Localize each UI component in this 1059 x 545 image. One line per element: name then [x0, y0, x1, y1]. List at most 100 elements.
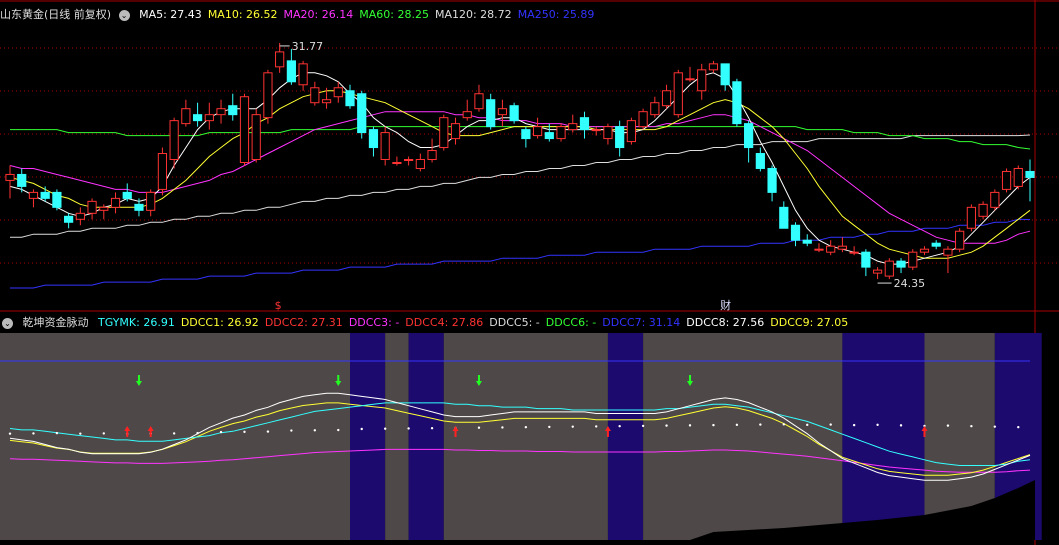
candle-body: [122, 191, 132, 199]
candle-body: [1025, 170, 1035, 178]
ddcc8-dot: [970, 424, 973, 428]
candle-body: [544, 132, 554, 140]
candle-body: [286, 60, 296, 83]
ddcc8-dot: [8, 432, 12, 435]
ddcc8-dot: [899, 424, 903, 427]
chart-stage: 山东黄金(日线 前复权) ⌄ MA5: 27.43 MA10: 26.52 MA20…: [0, 0, 1059, 545]
ddcc8-dot: [571, 425, 574, 428]
candle-body: [345, 90, 355, 107]
candle-body: [978, 203, 988, 217]
ddcc8-dot: [337, 428, 340, 432]
candle-body: [439, 117, 449, 149]
candle-body: [181, 108, 191, 125]
candle-body: [263, 72, 273, 119]
candle-body: [708, 63, 719, 71]
candle-body: [697, 69, 707, 92]
ddcc8-dot: [219, 430, 223, 434]
candle-body: [767, 167, 777, 193]
ddcc8-dot: [501, 426, 504, 429]
candle-body: [896, 260, 906, 268]
candle-body: [380, 132, 390, 161]
candle-body: [392, 161, 402, 164]
candle-body: [720, 63, 730, 86]
candle-body: [204, 114, 214, 122]
candle-body: [943, 248, 953, 256]
candle-body: [368, 129, 379, 149]
candle-body: [615, 126, 625, 149]
ddcc8-dot: [759, 423, 762, 426]
sub-band: [643, 333, 843, 540]
candle-body: [1013, 167, 1023, 187]
sub-band: [350, 333, 386, 540]
candle-body: [64, 215, 74, 223]
ddcc8-dot: [782, 423, 785, 426]
candle-body: [955, 230, 965, 250]
candle-body: [157, 153, 168, 190]
candle-body: [744, 123, 754, 149]
candle-body: [872, 269, 883, 274]
candle-body: [579, 117, 590, 131]
candle-body: [661, 90, 672, 107]
candle-body: [228, 105, 238, 116]
candle-body: [556, 126, 566, 140]
candle-body: [849, 251, 859, 254]
ddcc8-dot: [360, 427, 363, 431]
candle-body: [474, 93, 484, 110]
ddcc8-dot: [712, 423, 715, 427]
sub-band: [607, 333, 644, 540]
ddcc8-dot: [548, 425, 551, 429]
ddcc8-dot: [79, 432, 82, 435]
candle-body: [603, 126, 613, 140]
candle-body: [427, 150, 437, 161]
candle-body: [298, 63, 308, 86]
ddcc8-dot: [32, 432, 35, 435]
candle-body: [591, 129, 601, 132]
candle-body: [1001, 170, 1012, 190]
candle-body: [509, 105, 519, 122]
candle-body: [134, 203, 144, 211]
candle-body: [497, 108, 508, 116]
kline-chart[interactable]: 31.77 24.35 $ 财: [0, 0, 1059, 545]
ddcc8-dot: [524, 425, 528, 429]
candle-body: [5, 173, 15, 181]
candle-body: [333, 87, 343, 98]
candle-body: [532, 126, 543, 137]
candle-body: [908, 251, 918, 268]
sub-band: [385, 333, 409, 540]
candle-body: [861, 251, 871, 268]
sub-band: [842, 333, 925, 540]
low-price-label: 24.35: [894, 277, 926, 290]
ddcc8-dot: [477, 426, 481, 429]
candle-body: [814, 248, 824, 251]
ddcc8-dot: [55, 431, 59, 435]
ddcc8-dot: [595, 425, 598, 428]
candle-body: [919, 248, 930, 253]
candle-body: [415, 159, 425, 169]
candle-body: [650, 102, 660, 116]
ddcc8-dot: [383, 427, 387, 430]
candle-body: [732, 81, 742, 125]
candle-body: [251, 114, 261, 161]
candle-body: [239, 96, 250, 163]
candle-body: [568, 123, 578, 131]
candle-body: [521, 129, 531, 140]
ddcc8-dot: [102, 432, 105, 435]
ddcc8-dot: [266, 430, 270, 433]
candle-body: [99, 206, 109, 211]
ddcc8-dot: [876, 423, 879, 427]
candle-body: [966, 206, 976, 229]
candle-body: [685, 78, 695, 81]
candle-body: [884, 260, 894, 277]
candle-body: [404, 159, 414, 162]
candle-body: [638, 111, 648, 128]
ddcc8-dot: [1017, 425, 1020, 429]
ddcc8-dot: [993, 425, 997, 428]
ddcc8-dot: [430, 427, 434, 430]
ddcc8-dot: [407, 427, 410, 430]
ddcc8-dot: [852, 423, 856, 427]
candle-body: [275, 51, 285, 68]
candle-body: [28, 191, 39, 199]
ma60-line: [10, 126, 1031, 150]
candle-body: [75, 212, 85, 220]
candle-body: [357, 93, 367, 134]
